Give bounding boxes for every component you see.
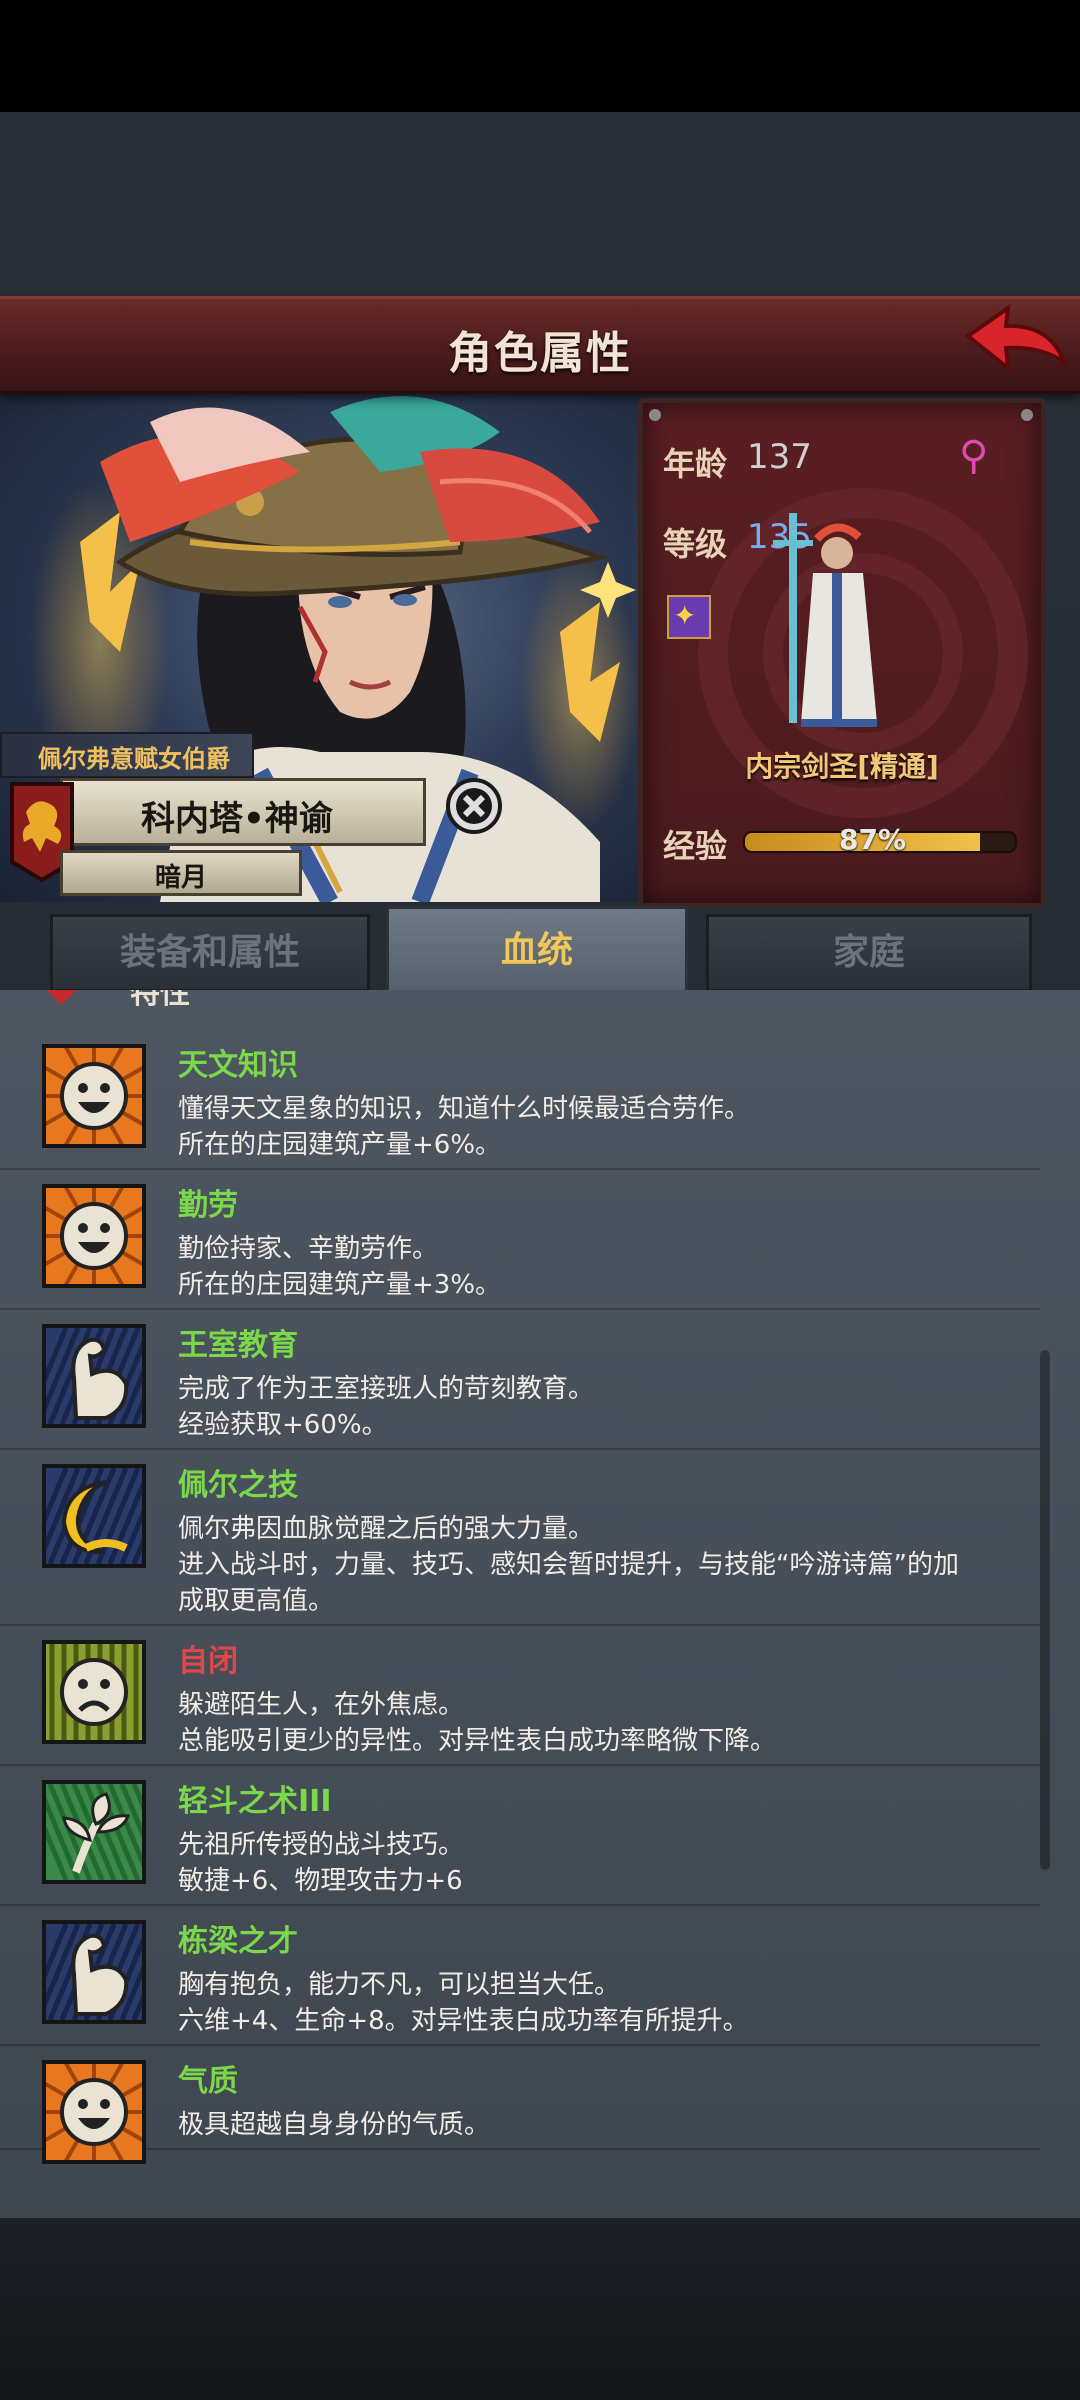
trait-description: 总能吸引更少的异性。对异性表白成功率略微下降。 [178,1726,777,1756]
trait-icon-frame [42,1044,146,1148]
trait-description: 进入战斗时，力量、技巧、感知会暂时提升，与技能“吟游诗篇”的加 [178,1550,959,1580]
close-icon [456,788,492,824]
bottom-navigation-area [0,2220,1080,2400]
tab-bloodline[interactable]: 血统 [386,906,688,996]
trait-name: 勤劳 [178,1188,238,1223]
smile-face-icon [46,1188,142,1284]
trait-name: 天文知识 [178,1048,298,1083]
trait-description: 躲避陌生人，在外焦虑。 [178,1690,465,1720]
character-title-plate: 佩尔弗意赋女伯爵 [0,732,254,778]
trait-icon-frame [42,1184,146,1288]
class-skill-button[interactable]: ✦ [667,595,711,639]
trait-description: 成取更高值。 [178,1586,335,1616]
trait-description: 佩尔弗因血脉觉醒之后的强大力量。 [178,1514,595,1544]
section-label: 特性 [130,990,190,1010]
section-header: ◆ 特性 [40,990,240,1010]
trait-description: 完成了作为王室接班人的苛刻教育。 [178,1374,595,1404]
age-label: 年龄 [663,445,728,483]
trait-description: 胸有抱负，能力不凡，可以担当大任。 [178,1970,621,2000]
character-name-plate[interactable]: 科内塔•神谕 [60,778,426,846]
trait-description: 六维+4、生命+8。对异性表白成功率有所提升。 [178,2006,749,2036]
trait-description: 懂得天文星象的知识，知道什么时候最适合劳作。 [178,1094,751,1124]
trait-row[interactable]: 王室教育完成了作为王室接班人的苛刻教育。 经验获取+60%。 [0,1310,1040,1450]
trait-row[interactable]: 天文知识懂得天文星象的知识，知道什么时候最适合劳作。 所在的庄园建筑产量+6%。 [0,1030,1040,1170]
trait-icon-frame [42,1324,146,1428]
trait-description: 极具超越自身身份的气质。 [178,2110,491,2140]
character-title: 佩尔弗意赋女伯爵 [38,745,230,773]
trait-description: 勤俭持家、辛勤劳作。 [178,1234,439,1264]
exp-label: 经验 [663,827,728,865]
female-gender-icon: ⚲ [959,433,989,479]
trait-description: 所在的庄园建筑产量+3%。 [178,1270,502,1300]
trait-icon-frame [42,1780,146,1884]
trait-row[interactable]: 栋梁之才胸有抱负，能力不凡，可以担当大任。六维+4、生命+8。对异性表白成功率有… [0,1906,1040,2046]
trait-description: 敏捷+6、物理攻击力+6 [178,1866,463,1896]
tab-bar: 装备和属性 血统 家庭 [40,906,1040,996]
sad-face-icon [46,1644,142,1740]
level-label: 等级 [663,525,728,563]
trait-description: 先祖所传授的战斗技巧。 [178,1830,465,1860]
section-diamond-icon: ◆ [46,990,77,1010]
trait-name: 栋梁之才 [178,1924,298,1959]
class-name: 内宗剑圣[精通] [745,750,939,783]
stats-panel: 年龄 137 ⚲ 等级 135 ✦ 内宗剑圣[精通] 经验 87% [638,398,1046,908]
scrollbar[interactable] [1040,1350,1050,1870]
tab-family[interactable]: 家庭 [706,914,1032,992]
sprout-icon [46,1784,142,1880]
trait-row[interactable]: 轻斗之术III 先祖所传授的战斗技巧。 敏捷+6、物理攻击力+6 [0,1766,1040,1906]
age-value: 137 [747,437,812,477]
status-bar [0,0,1080,112]
trait-name: 佩尔之技 [178,1468,298,1503]
back-arrow-icon [964,303,1069,373]
trait-name: 轻斗之术III [178,1784,332,1819]
flexed-arm-icon [46,1328,142,1424]
staff-star-icon: ✦ [673,599,697,632]
character-nickname: 暗月 [154,863,207,893]
trait-name: 气质 [178,2064,238,2099]
dismiss-button[interactable] [446,778,502,834]
smile-face-icon [46,2064,142,2160]
class-figure [773,513,877,727]
trait-icon-frame [42,1920,146,2024]
trait-icon-frame [42,2060,146,2164]
trait-row[interactable]: 气质极具超越自身身份的气质。 [0,2046,1040,2164]
trait-description: 经验获取+60%。 [178,1410,388,1440]
trait-row[interactable]: 自闭躲避陌生人，在外焦虑。总能吸引更少的异性。对异性表白成功率略微下降。 [0,1626,1040,1766]
trait-name: 自闭 [178,1644,238,1679]
trait-row[interactable]: 勤劳勤俭持家、辛勤劳作。所在的庄园建筑产量+3%。 [0,1170,1040,1310]
trait-row[interactable]: 佩尔之技佩尔弗因血脉觉醒之后的强大力量。进入战斗时，力量、技巧、感知会暂时提升，… [0,1450,1040,1626]
header-bar: 角色属性 [0,296,1080,394]
tab-equipment-attributes[interactable]: 装备和属性 [50,914,370,992]
back-button[interactable] [960,302,1070,382]
character-name: 科内塔•神谕 [141,799,333,839]
smile-face-icon [46,1048,142,1144]
page-title: 角色属性 [448,328,632,379]
exp-value: 87% [839,823,907,856]
character-nickname-plate: 暗月 [60,850,302,896]
trait-description: 所在的庄园建筑产量+6%。 [178,1130,502,1160]
trait-name: 王室教育 [178,1328,298,1363]
crescent-moon-icon [46,1468,142,1564]
traits-list[interactable]: ◆ 特性 天文知识懂得天文星象的知识，知道什么时候最适合劳作。所在的庄园建筑产量… [0,990,1080,2218]
flexed-arm-icon [46,1924,142,2020]
trait-icon-frame [42,1640,146,1744]
trait-icon-frame [42,1464,146,1568]
